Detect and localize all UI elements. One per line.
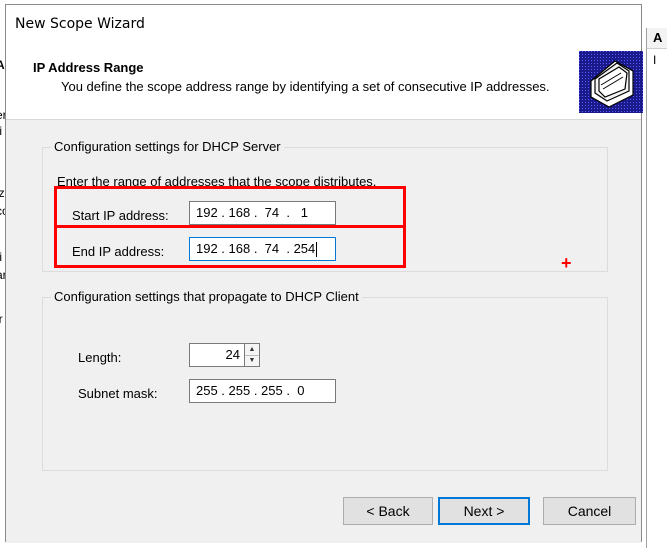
bg-fragment: ti bbox=[0, 124, 2, 138]
wizard-body: Configuration settings for DHCP Server E… bbox=[6, 120, 641, 488]
bg-row: I bbox=[653, 53, 657, 67]
bg-fragment: ir bbox=[0, 312, 3, 326]
start-ip-highlight bbox=[54, 186, 406, 228]
group-label: Configuration settings that propagate to… bbox=[51, 289, 362, 304]
folders-icon bbox=[579, 51, 643, 113]
length-spinner[interactable]: 24 ▲ ▼ bbox=[189, 343, 261, 367]
title-bar[interactable]: New Scope Wizard bbox=[6, 5, 641, 41]
bg-fragment: A bbox=[0, 58, 5, 72]
length-label: Length: bbox=[78, 350, 122, 365]
end-ip-highlight bbox=[54, 225, 406, 268]
subnet-mask-label: Subnet mask: bbox=[78, 386, 158, 401]
length-input[interactable]: 24 bbox=[189, 343, 245, 367]
new-scope-wizard-dialog: New Scope Wizard IP Address Range You de… bbox=[5, 4, 643, 543]
bg-fragment: iz bbox=[0, 186, 5, 200]
spin-down-button[interactable]: ▼ bbox=[245, 355, 259, 366]
page-description: You define the scope address range by id… bbox=[61, 79, 550, 94]
subnet-mask-input[interactable]: 255 . 255 . 255 . 0 bbox=[189, 379, 336, 403]
window-title: New Scope Wizard bbox=[15, 16, 145, 32]
bg-column-header: A bbox=[647, 28, 667, 49]
cancel-button[interactable]: Cancel bbox=[543, 497, 636, 525]
dhcp-client-group: Configuration settings that propagate to… bbox=[42, 289, 608, 471]
next-button[interactable]: Next > bbox=[438, 497, 530, 525]
background-window-right: A I bbox=[646, 28, 667, 548]
wizard-footer: < Back Next > Cancel bbox=[6, 488, 641, 543]
back-button[interactable]: < Back bbox=[343, 497, 433, 525]
group-label: Configuration settings for DHCP Server bbox=[51, 139, 284, 154]
page-title: IP Address Range bbox=[33, 60, 144, 75]
bg-fragment: ti bbox=[0, 250, 2, 264]
wizard-header: IP Address Range You define the scope ad… bbox=[6, 41, 643, 120]
spinner-buttons: ▲ ▼ bbox=[244, 343, 260, 367]
red-cross-marker: + bbox=[561, 253, 572, 273]
